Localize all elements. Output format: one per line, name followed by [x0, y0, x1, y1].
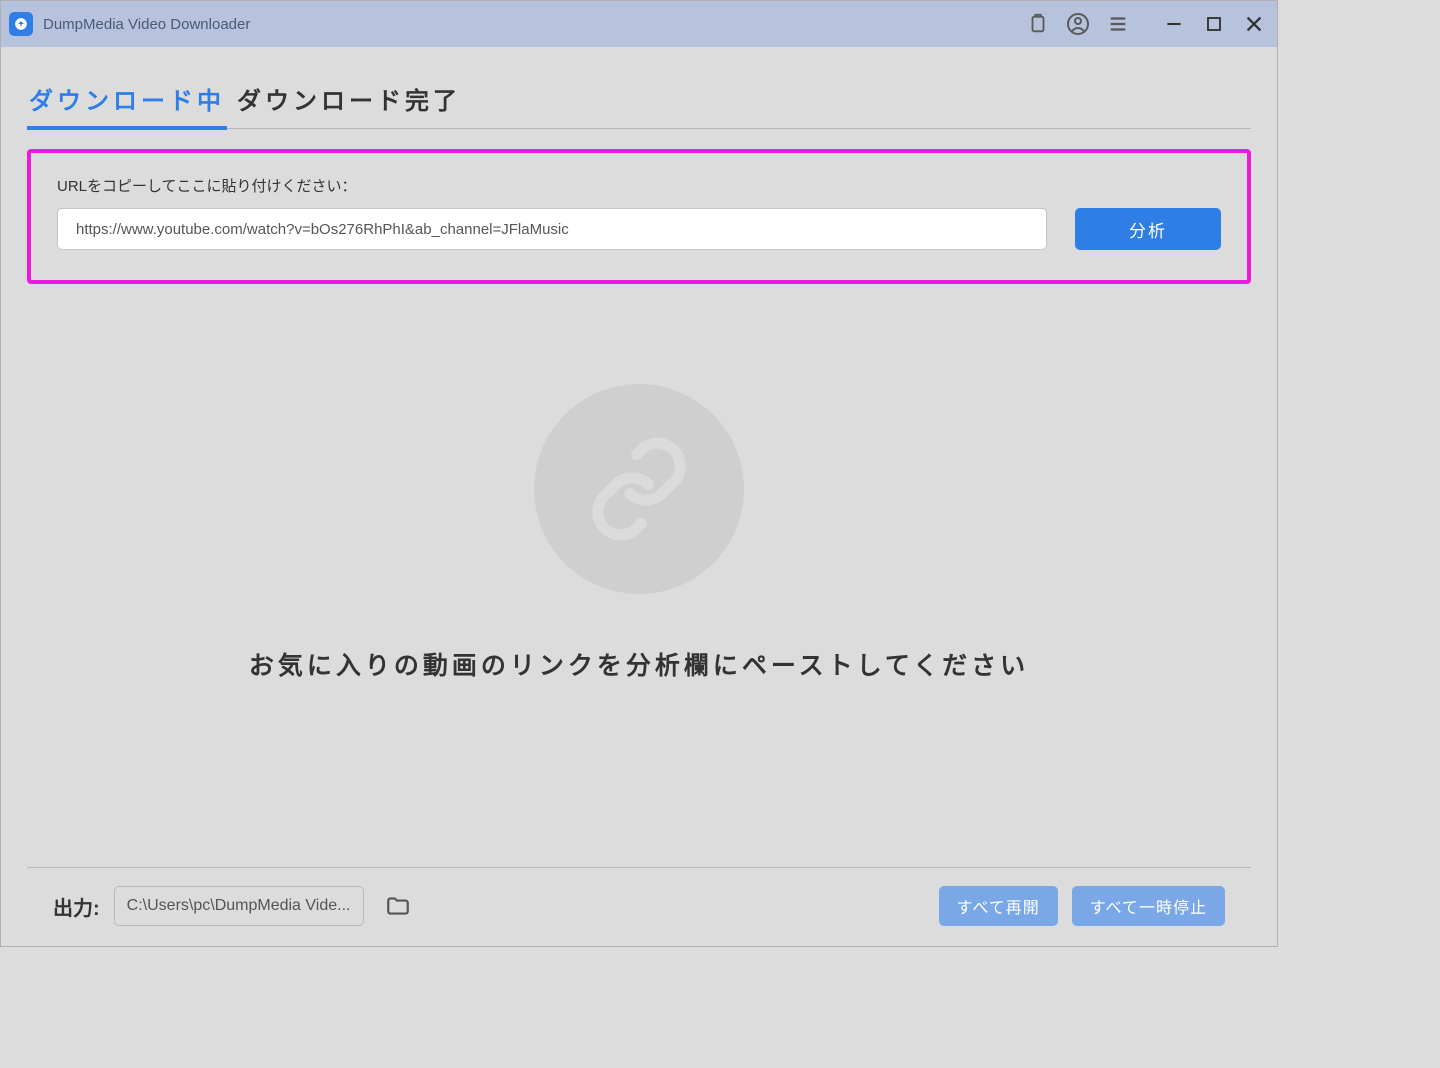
window-controls [1159, 9, 1269, 39]
resume-all-button[interactable]: すべて再開 [939, 886, 1058, 926]
tabs: ダウンロード中 ダウンロード完了 [27, 73, 1251, 129]
output-path-field[interactable]: C:\Users\pc\DumpMedia Vide... [114, 886, 364, 926]
minimize-button[interactable] [1159, 9, 1189, 39]
close-button[interactable] [1239, 9, 1269, 39]
url-row: 分析 [57, 208, 1221, 250]
menu-icon[interactable] [1105, 11, 1131, 37]
titlebar: DumpMedia Video Downloader [1, 1, 1277, 47]
analyze-button[interactable]: 分析 [1075, 208, 1221, 250]
url-label: URLをコピーしてここに貼り付けください： [57, 175, 1221, 196]
open-folder-button[interactable] [378, 886, 418, 926]
app-title: DumpMedia Video Downloader [43, 16, 1025, 33]
link-placeholder-icon [534, 384, 744, 594]
maximize-button[interactable] [1199, 9, 1229, 39]
app-logo-icon [9, 12, 33, 36]
clipboard-icon[interactable] [1025, 11, 1051, 37]
pause-all-button[interactable]: すべて一時停止 [1072, 886, 1225, 926]
footer: 出力: C:\Users\pc\DumpMedia Vide... すべて再開 … [27, 867, 1251, 946]
account-icon[interactable] [1065, 11, 1091, 37]
output-label: 出力: [53, 892, 100, 921]
empty-state: お気に入りの動画のリンクを分析欄にペーストしてください [27, 384, 1251, 682]
app-window: DumpMedia Video Downloader [0, 0, 1278, 947]
tab-completed[interactable]: ダウンロード完了 [235, 73, 463, 128]
content-area: ダウンロード中 ダウンロード完了 URLをコピーしてここに貼り付けください： 分… [1, 47, 1277, 682]
titlebar-controls [1025, 9, 1269, 39]
output-path-text: C:\Users\pc\DumpMedia Vide... [127, 897, 351, 915]
url-panel: URLをコピーしてここに貼り付けください： 分析 [27, 149, 1251, 284]
tab-downloading[interactable]: ダウンロード中 [27, 73, 227, 130]
url-input[interactable] [57, 208, 1047, 250]
empty-state-message: お気に入りの動画のリンクを分析欄にペーストしてください [249, 646, 1029, 682]
